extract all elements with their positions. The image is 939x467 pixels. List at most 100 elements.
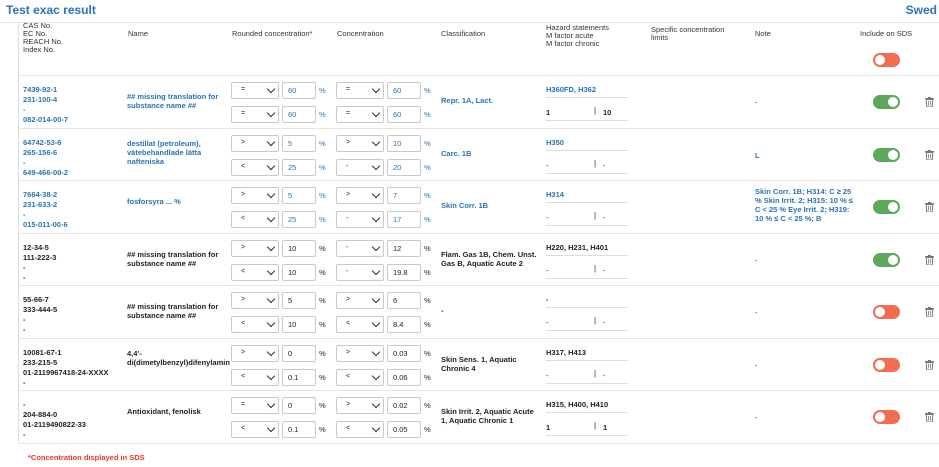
ec-number[interactable]: 231-633-2 (23, 200, 68, 210)
concentration-lower-value: 6 (393, 296, 398, 305)
rounded-lower-operator-select[interactable]: = (231, 82, 279, 99)
concentration-lower-value-input[interactable]: 10 (387, 134, 421, 152)
rounded-lower-value-input[interactable]: 10 (282, 239, 316, 257)
concentration-lower-value-input[interactable]: 0.02 (387, 397, 421, 414)
concentration-upper-operator-select[interactable]: < (336, 421, 384, 438)
reach-number[interactable]: - (23, 105, 68, 115)
rounded-upper-operator-select[interactable]: < (231, 368, 279, 386)
index-number[interactable]: 082-014-00-7 (23, 115, 68, 125)
rounded-upper-operator-select[interactable]: = (231, 106, 279, 123)
ec-number[interactable]: 265-156-6 (23, 148, 68, 158)
concentration-upper-operator-select[interactable]: - (336, 263, 384, 281)
concentration-upper-value-input[interactable]: 0.05 (387, 421, 421, 438)
m-factor-chronic: - (603, 370, 606, 380)
rounded-lower-value-input[interactable]: 0 (282, 344, 316, 362)
index-number[interactable]: 649-466-00-2 (23, 168, 68, 178)
rounded-lower-operator-select[interactable]: > (231, 239, 279, 257)
concentration-lower-value-input[interactable]: 0.03 (387, 344, 421, 362)
trash-icon[interactable] (925, 412, 934, 422)
include-on-sds-toggle[interactable] (873, 252, 900, 267)
percent-sign: % (319, 162, 326, 172)
trash-icon[interactable] (925, 202, 934, 212)
concentration-upper-value-input[interactable]: 8.4 (387, 316, 421, 333)
trash-icon[interactable] (925, 307, 934, 317)
include-on-sds-toggle[interactable] (873, 357, 900, 372)
cas-number[interactable]: 7439-92-1 (23, 85, 68, 95)
concentration-lower-operator-select[interactable]: - (336, 239, 384, 257)
trash-icon[interactable] (925, 359, 934, 370)
include-on-sds-toggle[interactable] (873, 147, 900, 162)
rounded-lower-operator-select[interactable]: = (231, 397, 279, 414)
reach-number[interactable]: - (23, 158, 68, 168)
rounded-lower-value-input[interactable]: 0 (282, 397, 316, 414)
rounded-lower-value-input[interactable]: 5 (282, 134, 316, 152)
rounded-lower-operator-select[interactable]: > (231, 292, 279, 309)
include-on-sds-toggle[interactable] (873, 410, 900, 424)
ec-number[interactable]: 231-100-4 (23, 95, 68, 105)
concentration-upper-operator-select[interactable]: = (336, 106, 384, 123)
rounded-upper-operator-select[interactable]: < (231, 211, 279, 228)
chevron-down-icon (266, 318, 276, 328)
rounded-lower-operator-select[interactable]: > (231, 134, 279, 152)
rounded-lower-operator-select[interactable]: > (231, 344, 279, 362)
hazard-divider (546, 359, 628, 361)
trash-icon[interactable] (925, 97, 934, 107)
concentration-lower-operator-select[interactable]: > (336, 344, 384, 362)
m-factor-divider (546, 120, 628, 121)
rounded-lower-operator-select[interactable]: > (231, 187, 279, 204)
rounded-upper-operator-select[interactable]: < (231, 263, 279, 281)
concentration-lower-operator-select[interactable]: > (336, 134, 384, 152)
index-number[interactable]: 015-011-00-6 (23, 220, 68, 230)
concentration-lower-operator-select[interactable]: > (336, 397, 384, 414)
rounded-upper-operator-select[interactable]: < (231, 158, 279, 176)
rounded-lower-value-input[interactable]: 5 (282, 187, 316, 204)
include-on-sds-toggle[interactable] (873, 95, 900, 109)
concentration-lower-operator-select[interactable]: = (336, 82, 384, 99)
concentration-upper-value-input[interactable]: 19.8 (387, 263, 421, 281)
concentration-upper-operator-select[interactable]: - (336, 211, 384, 228)
rounded-upper-operator-select[interactable]: < (231, 316, 279, 333)
rounded-lower-value-input[interactable]: 60 (282, 82, 316, 99)
concentration-upper-value-input[interactable]: 0.06 (387, 368, 421, 386)
cas-number[interactable]: 7664-38-2 (23, 190, 68, 200)
rounded-upper-value-input[interactable]: 25 (282, 158, 316, 176)
concentration-lower-value-input[interactable]: 7 (387, 187, 421, 204)
concentration-upper-value-input[interactable]: 60 (387, 106, 421, 123)
concentration-lower-operator-select[interactable]: > (336, 292, 384, 309)
include-on-sds-toggle[interactable] (873, 305, 900, 319)
rounded-upper-value-input[interactable]: 25 (282, 211, 316, 228)
rounded-upper-value-input[interactable]: 0.1 (282, 368, 316, 386)
m-factor-acute: - (546, 265, 549, 275)
concentration-upper-operator-select[interactable]: - (336, 158, 384, 176)
m-factor-divider (546, 330, 628, 331)
rounded-upper-value-input[interactable]: 10 (282, 316, 316, 333)
trash-icon[interactable] (925, 149, 934, 160)
concentration-upper-value-input[interactable]: 17 (387, 211, 421, 228)
concentration-lower-value-input[interactable]: 12 (387, 239, 421, 257)
concentration-upper-operator-select[interactable]: < (336, 316, 384, 333)
chevron-down-icon (266, 213, 276, 223)
rounded-upper-value-input[interactable]: 10 (282, 263, 316, 281)
rounded-upper-value-input[interactable]: 0.1 (282, 421, 316, 438)
include-all-toggle[interactable] (873, 53, 900, 67)
m-factor-separator: | (594, 106, 597, 115)
m-factor-divider (546, 277, 628, 279)
header-classification: Classification (441, 29, 486, 38)
m-factor-chronic: - (603, 213, 606, 222)
top-bar: Test exac result Swed (0, 0, 939, 23)
rounded-upper-value-input[interactable]: 60 (282, 106, 316, 123)
m-factor-acute: 1 (546, 108, 551, 117)
cas-number[interactable]: 64742-53-6 (23, 138, 68, 148)
reach-number[interactable]: - (23, 210, 68, 220)
concentration-lower-value-input[interactable]: 6 (387, 292, 421, 309)
rounded-upper-operator-select[interactable]: < (231, 421, 279, 438)
trash-icon[interactable] (925, 254, 934, 265)
concentration-lower-operator-select[interactable]: > (336, 187, 384, 204)
rounded-lower-value-input[interactable]: 5 (282, 292, 316, 309)
chevron-down-icon (266, 108, 276, 118)
concentration-lower-value-input[interactable]: 60 (387, 82, 421, 99)
concentration-upper-operator-select[interactable]: < (336, 368, 384, 386)
rounded-lower-value: 5 (288, 138, 293, 148)
include-on-sds-toggle[interactable] (873, 200, 900, 214)
concentration-upper-value-input[interactable]: 20 (387, 158, 421, 176)
